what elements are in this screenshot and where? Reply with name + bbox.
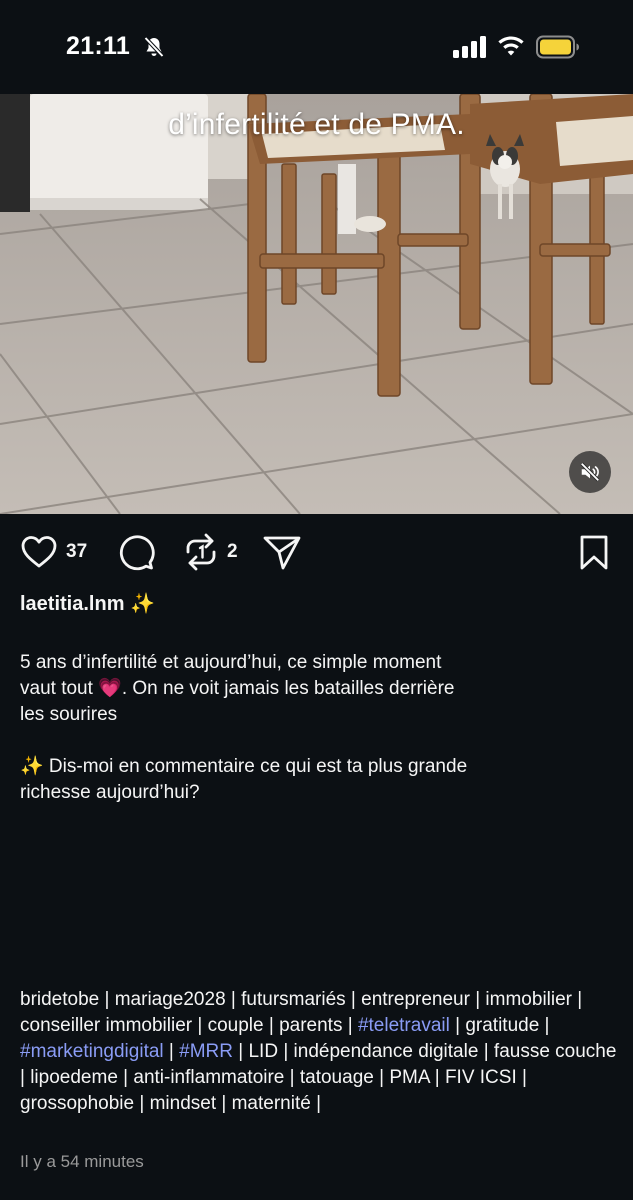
wifi-icon	[498, 36, 524, 56]
post-timestamp: Il y a 54 minutes	[20, 1152, 144, 1171]
post-action-bar: 37 2	[0, 530, 633, 574]
post-video[interactable]: d’infertilité et de PMA.	[0, 94, 633, 514]
status-time: 21:11	[66, 32, 131, 60]
bookmark-icon	[580, 535, 608, 570]
post-author-username[interactable]: laetitia.lnm ✨	[20, 591, 155, 616]
repost-icon	[186, 533, 216, 571]
post-tags: bridetobe | mariage2028 | futursmariés |…	[20, 987, 620, 1117]
caption-paragraph: ✨ Dis-moi en commentaire ce qui est ta p…	[20, 756, 468, 803]
heart-icon	[21, 536, 57, 568]
save-button[interactable]	[578, 530, 610, 574]
mute-toggle-button[interactable]	[569, 451, 611, 493]
comment-button[interactable]	[117, 530, 155, 574]
send-icon	[263, 536, 301, 570]
like-count: 37	[66, 541, 88, 562]
like-button[interactable]: 37	[20, 530, 87, 574]
repost-button[interactable]: 2	[183, 530, 238, 574]
speaker-muted-icon	[580, 462, 600, 482]
post-caption: 5 ans d’infertilité et aujourd’hui, ce s…	[20, 650, 610, 832]
repost-count: 2	[227, 541, 238, 562]
video-overlay-caption: d’infertilité et de PMA.	[168, 108, 465, 141]
share-button[interactable]	[262, 530, 302, 574]
status-bar: 21:11	[0, 0, 633, 94]
bell-slash-icon	[144, 36, 164, 58]
battery-icon	[536, 35, 579, 59]
cellular-signal-icon	[453, 36, 486, 58]
comment-icon	[119, 535, 155, 571]
video-frame-kitchen-scene	[0, 94, 633, 514]
caption-paragraph: 5 ans d’infertilité et aujourd’hui, ce s…	[20, 652, 455, 725]
tags-text: |	[163, 1041, 180, 1062]
tags-text: | gratitude |	[449, 1015, 550, 1036]
hashtag-link[interactable]: #marketingdigital	[20, 1041, 164, 1062]
hashtag-link[interactable]: #MRR	[179, 1041, 233, 1062]
hashtag-link[interactable]: #teletravail	[358, 1015, 450, 1036]
